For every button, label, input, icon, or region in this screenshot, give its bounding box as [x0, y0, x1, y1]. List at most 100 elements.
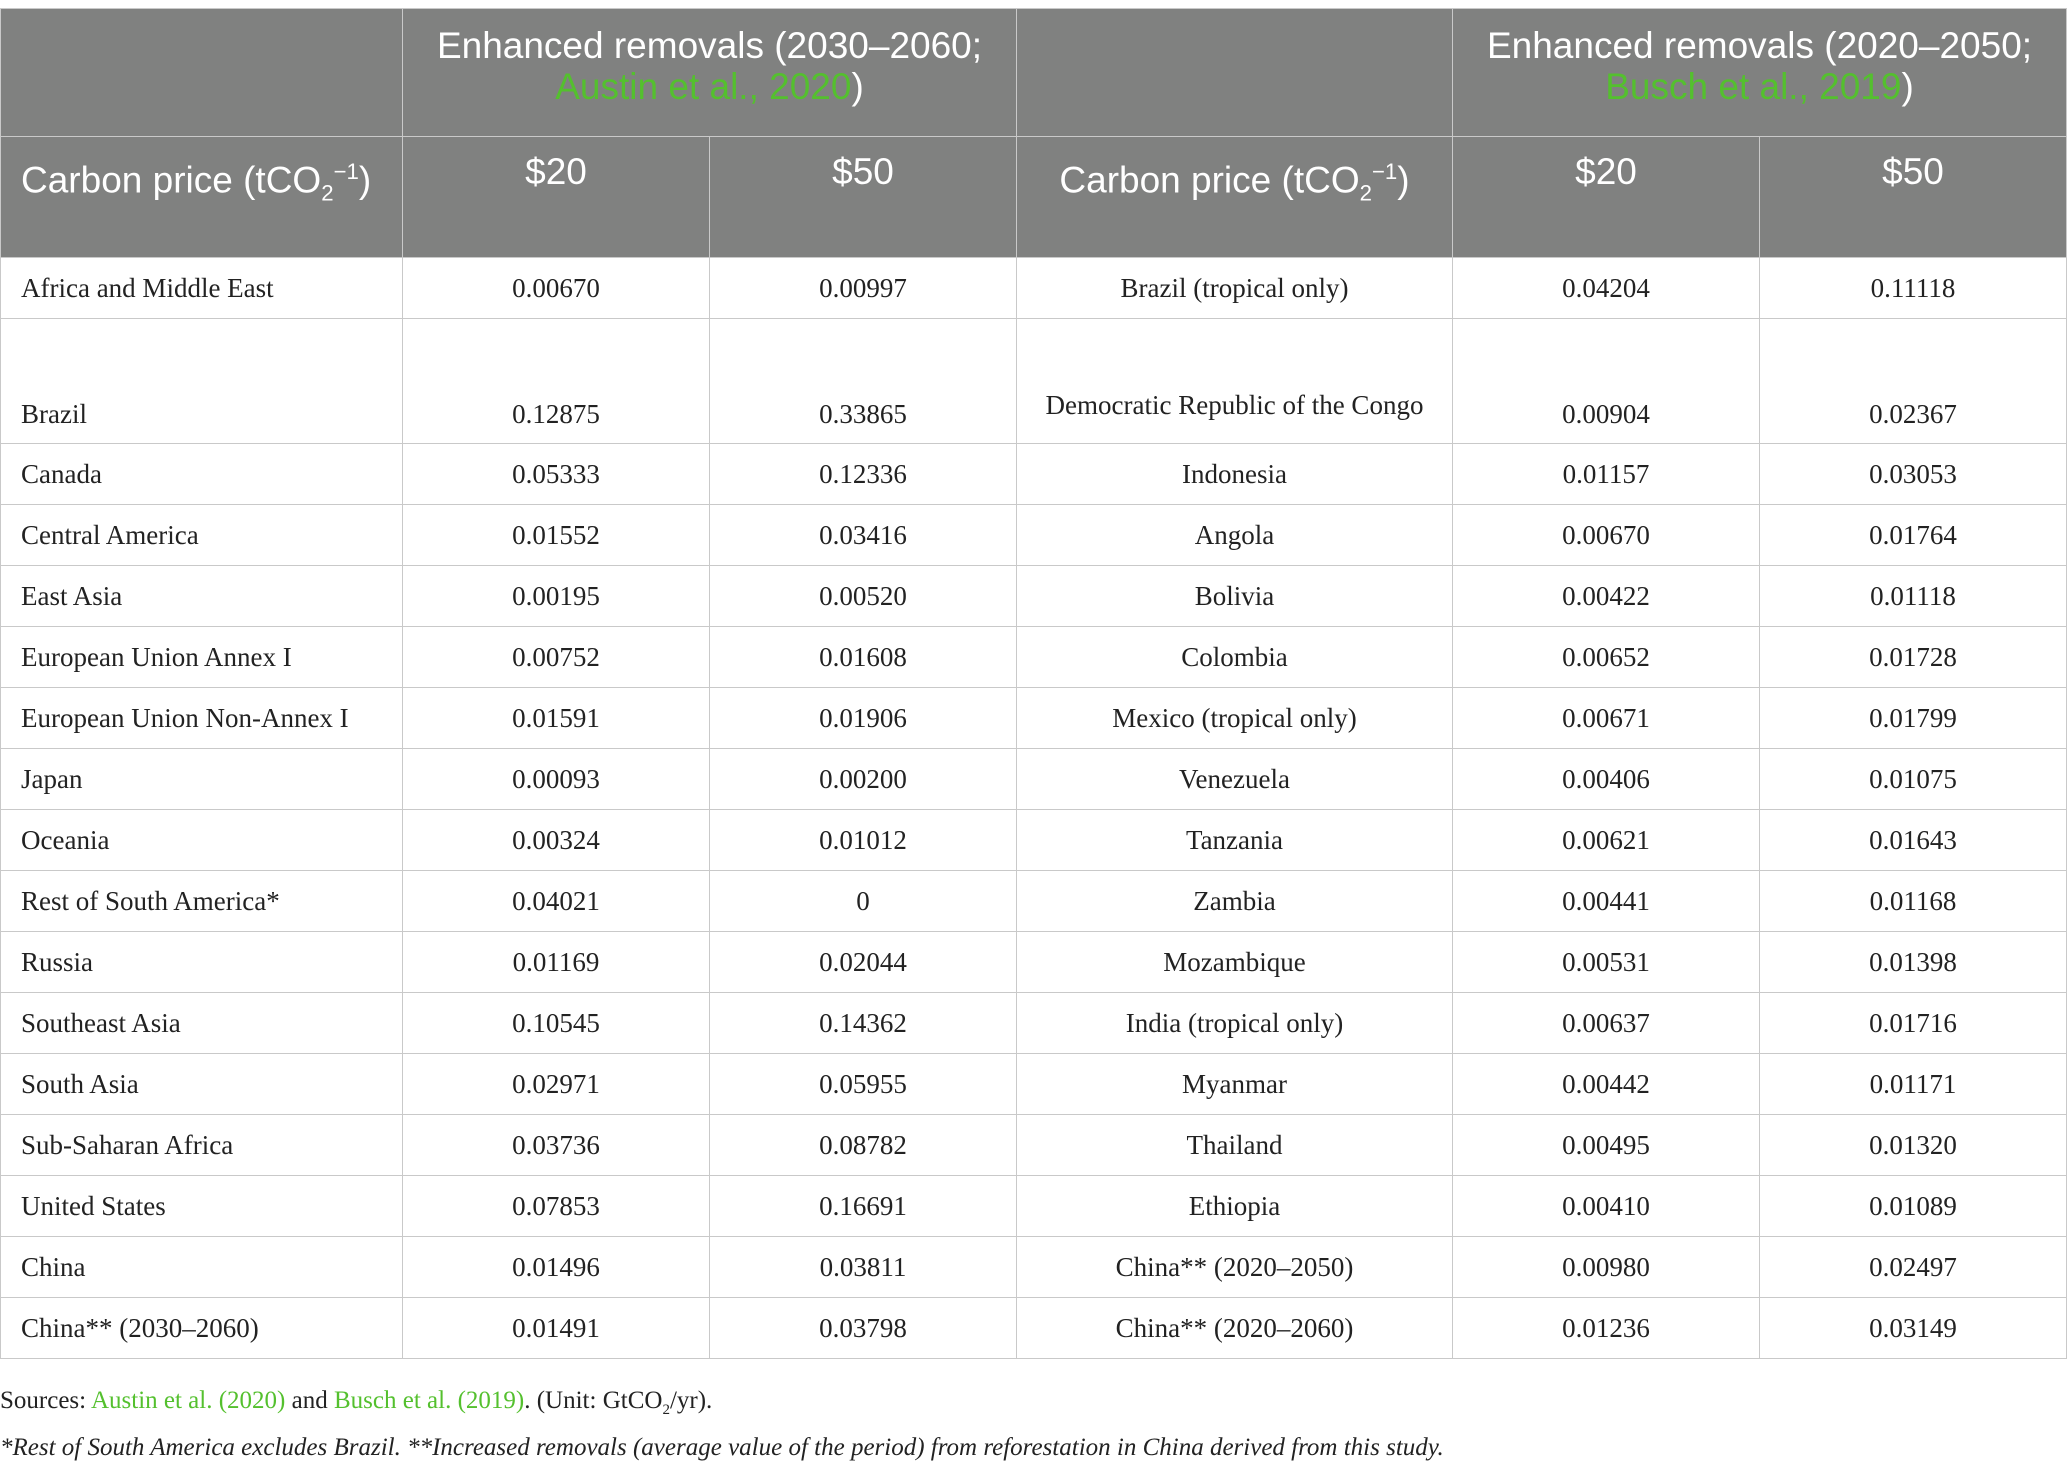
region-cell: Africa and Middle East	[0, 257, 403, 319]
value-cell-busch-50: 0.01716	[1758, 992, 2067, 1054]
table-row: Brazil 0.12875 0.33865 Democratic Republic …	[0, 318, 2067, 444]
value-cell-austin-50: 0.03811	[709, 1236, 1017, 1298]
value-cell-austin-20: 0.04021	[402, 870, 710, 932]
column-header-price-50-right: $50	[1758, 136, 2067, 258]
column-header-price-50-left: $50	[709, 136, 1017, 258]
value-cell-busch-50: 0.01764	[1758, 504, 2067, 566]
table-row: Canada 0.05333 0.12336 Indonesia 0.01157 0.03…	[0, 443, 2067, 505]
region-cell: India (tropical only)	[1016, 992, 1453, 1054]
value-cell-busch-20: 0.00637	[1452, 992, 1760, 1054]
group-header-busch-text: Enhanced removals (2020–2050;	[1486, 25, 2033, 66]
table-row: Oceania 0.00324 0.01012 Tanzania 0.00621 0.01…	[0, 809, 2067, 871]
value-cell-austin-50: 0.00200	[709, 748, 1017, 810]
value-cell-austin-50: 0.05955	[709, 1053, 1017, 1115]
table-header: Enhanced removals (2030–2060; Austin et …	[0, 8, 2067, 258]
value-cell-busch-20: 0.00670	[1452, 504, 1760, 566]
table-row: United States 0.07853 0.16691 Ethiopia 0.004…	[0, 1175, 2067, 1237]
region-cell: East Asia	[0, 565, 403, 627]
region-cell: Venezuela	[1016, 748, 1453, 810]
column-header-carbon-price-right: Carbon price (tCO2−1)	[1016, 136, 1453, 258]
value-cell-busch-20: 0.00671	[1452, 687, 1760, 749]
group-header-austin-text: Enhanced removals (2030–2060;	[436, 25, 983, 66]
value-cell-austin-50: 0.02044	[709, 931, 1017, 993]
value-cell-austin-50: 0.03416	[709, 504, 1017, 566]
value-cell-busch-50: 0.01168	[1758, 870, 2067, 932]
value-cell-busch-50: 0.01728	[1758, 626, 2067, 688]
region-cell: Angola	[1016, 504, 1453, 566]
value-cell-austin-20: 0.00670	[402, 257, 710, 319]
value-cell-austin-50: 0.01906	[709, 687, 1017, 749]
region-cell: European Union Annex I	[0, 626, 403, 688]
source-link-busch[interactable]: Busch et al. (2019)	[334, 1387, 524, 1414]
region-cell: Colombia	[1016, 626, 1453, 688]
value-cell-busch-50: 0.01118	[1758, 565, 2067, 627]
region-cell: Bolivia	[1016, 565, 1453, 627]
value-cell-austin-20: 0.00093	[402, 748, 710, 810]
value-cell-austin-50: 0.14362	[709, 992, 1017, 1054]
footnote-line: *Rest of South America excludes Brazil. …	[0, 1434, 1444, 1461]
value-cell-austin-50: 0.01012	[709, 809, 1017, 871]
region-cell: Brazil	[0, 318, 403, 444]
value-cell-busch-20: 0.00441	[1452, 870, 1760, 932]
region-cell: Myanmar	[1016, 1053, 1453, 1115]
citation-link-busch[interactable]: Busch et al., 2019	[1605, 66, 1901, 107]
value-cell-austin-20: 0.01552	[402, 504, 710, 566]
region-cell: Tanzania	[1016, 809, 1453, 871]
value-cell-austin-20: 0.00752	[402, 626, 710, 688]
value-cell-austin-50: 0.00997	[709, 257, 1017, 319]
value-cell-busch-20: 0.01157	[1452, 443, 1760, 505]
table-row: European Union Non-Annex I 0.01591 0.01906…	[0, 687, 2067, 749]
region-cell: Russia	[0, 931, 403, 993]
region-cell: Sub-Saharan Africa	[0, 1114, 403, 1176]
region-cell: United States	[0, 1175, 403, 1237]
value-cell-busch-50: 0.01398	[1758, 931, 2067, 993]
value-cell-busch-50: 0.01643	[1758, 809, 2067, 871]
value-cell-austin-20: 0.02971	[402, 1053, 710, 1115]
region-cell: Ethiopia	[1016, 1175, 1453, 1237]
value-cell-austin-20: 0.00195	[402, 565, 710, 627]
region-cell: Indonesia	[1016, 443, 1453, 505]
value-cell-busch-20: 0.00904	[1452, 318, 1760, 444]
value-cell-austin-20: 0.01491	[402, 1297, 710, 1359]
value-cell-austin-50: 0.12336	[709, 443, 1017, 505]
region-cell: Mozambique	[1016, 931, 1453, 993]
value-cell-austin-20: 0.07853	[402, 1175, 710, 1237]
value-cell-busch-20: 0.00410	[1452, 1175, 1760, 1237]
value-cell-busch-20: 0.00980	[1452, 1236, 1760, 1298]
value-cell-austin-20: 0.10545	[402, 992, 710, 1054]
value-cell-busch-50: 0.01799	[1758, 687, 2067, 749]
value-cell-austin-50: 0.33865	[709, 318, 1017, 444]
value-cell-busch-20: 0.04204	[1452, 257, 1760, 319]
value-cell-busch-20: 0.00621	[1452, 809, 1760, 871]
region-cell: China	[0, 1236, 403, 1298]
header-row-groups: Enhanced removals (2030–2060; Austin et …	[0, 8, 2067, 137]
value-cell-busch-50: 0.01075	[1758, 748, 2067, 810]
value-cell-austin-20: 0.01496	[402, 1236, 710, 1298]
region-cell: China** (2030–2060)	[0, 1297, 403, 1359]
table-body: Africa and Middle East 0.00670 0.00997 Braz…	[0, 257, 2067, 1359]
data-table: Enhanced removals (2030–2060; Austin et …	[0, 8, 2067, 1359]
table-row: South Asia 0.02971 0.05955 Myanmar 0.00442 0.…	[0, 1053, 2067, 1115]
value-cell-austin-20: 0.03736	[402, 1114, 710, 1176]
group-header-austin-close: )	[851, 66, 864, 107]
region-cell: Democratic Republic of the Congo	[1016, 318, 1453, 444]
region-cell: Rest of South America*	[0, 870, 403, 932]
source-link-austin[interactable]: Austin et al. (2020)	[91, 1387, 285, 1414]
value-cell-busch-50: 0.02367	[1758, 318, 2067, 444]
column-header-price-20-right: $20	[1452, 136, 1760, 258]
value-cell-busch-50: 0.03053	[1758, 443, 2067, 505]
column-header-carbon-price-left: Carbon price (tCO2−1)	[0, 136, 403, 258]
header-empty-cell-left	[0, 8, 403, 137]
table-row: Japan 0.00093 0.00200 Venezuela 0.00406 0.010…	[0, 748, 2067, 810]
value-cell-austin-20: 0.00324	[402, 809, 710, 871]
region-cell: Central America	[0, 504, 403, 566]
value-cell-austin-20: 0.01591	[402, 687, 710, 749]
group-header-austin: Enhanced removals (2030–2060; Austin et …	[402, 8, 1017, 137]
table-row: European Union Annex I 0.00752 0.01608 Colo…	[0, 626, 2067, 688]
value-cell-austin-50: 0.01608	[709, 626, 1017, 688]
value-cell-austin-20: 0.12875	[402, 318, 710, 444]
header-empty-cell-right	[1016, 8, 1453, 137]
value-cell-austin-50: 0.08782	[709, 1114, 1017, 1176]
citation-link-austin[interactable]: Austin et al., 2020	[555, 66, 851, 107]
region-cell: Brazil (tropical only)	[1016, 257, 1453, 319]
